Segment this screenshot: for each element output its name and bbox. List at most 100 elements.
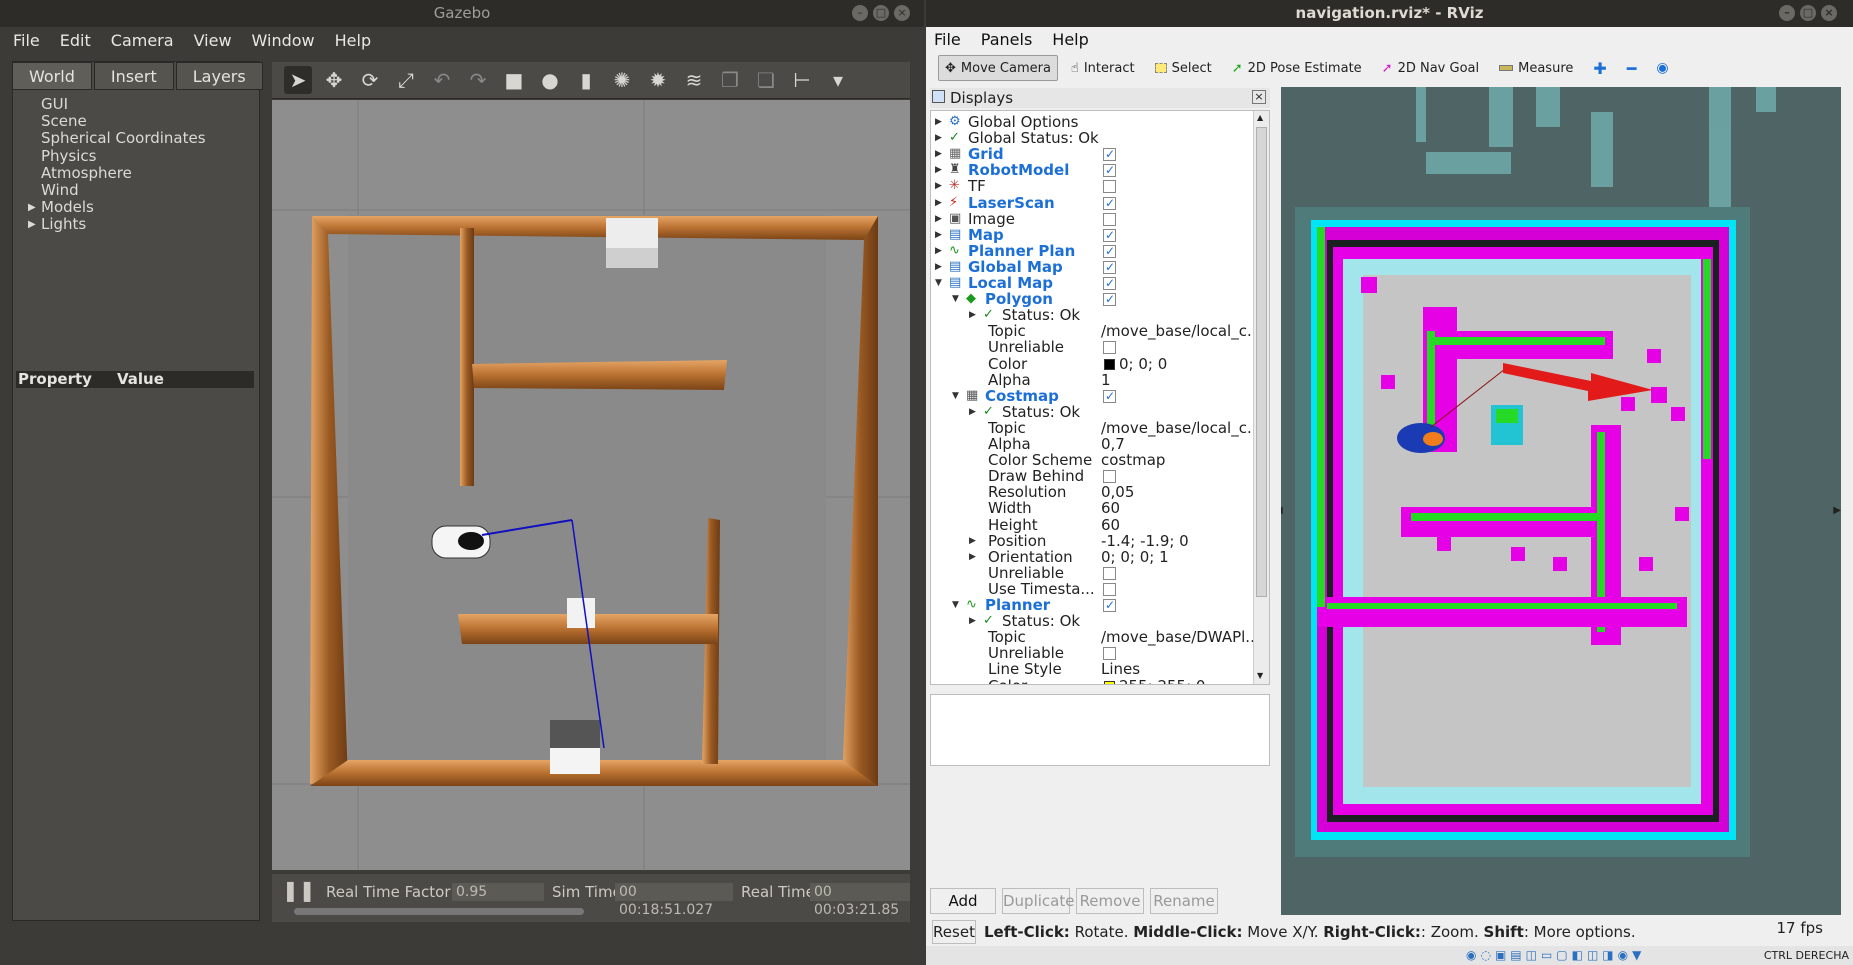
nav-goal-button[interactable]: ➚ 2D Nav Goal	[1375, 55, 1486, 81]
copy-icon[interactable]: ❐	[716, 66, 744, 94]
add-button[interactable]: Add	[930, 888, 996, 914]
display-checkbox[interactable]	[1103, 258, 1116, 277]
cylinder-icon[interactable]: ▮	[572, 66, 600, 94]
world-tree-item[interactable]: Spherical Coordinates	[28, 130, 206, 147]
point-light-icon[interactable]: ✺	[608, 66, 636, 94]
duplicate-button[interactable]: Duplicate	[1002, 888, 1074, 914]
display-checkbox[interactable]	[1103, 194, 1116, 213]
interact-button[interactable]: ☝ Interact	[1064, 55, 1142, 81]
spot-light-icon[interactable]: ✹	[644, 66, 672, 94]
rviz-3d-view[interactable]: ◀ ▶	[1281, 87, 1841, 915]
expand-arrow-icon[interactable]: ▶	[28, 216, 36, 233]
close-icon[interactable]: ×	[894, 5, 910, 21]
scroll-down-icon[interactable]: ▼	[1257, 671, 1263, 680]
display-checkbox[interactable]	[1103, 180, 1116, 194]
color-swatch[interactable]	[1104, 680, 1115, 684]
value-col-label: Value	[117, 370, 164, 388]
displays-scrollbar[interactable]: ▲ ▼	[1253, 111, 1269, 684]
remove-tool-icon[interactable]: ━	[1620, 55, 1644, 81]
display-row[interactable]: Color 255; 255; 0	[931, 677, 1253, 684]
reset-button[interactable]: Reset	[932, 920, 976, 944]
tab-world[interactable]: World	[12, 62, 92, 90]
menu-file[interactable]: File	[0, 31, 47, 50]
panel-close-icon[interactable]: ×	[1252, 90, 1266, 104]
menu-window[interactable]: Window	[239, 31, 322, 50]
displays-header: Displays ×	[930, 88, 1270, 108]
undo-icon[interactable]: ↶	[428, 66, 456, 94]
display-checkbox[interactable]	[1103, 161, 1116, 180]
snap-icon[interactable]: ▾	[824, 66, 852, 94]
add-tool-icon[interactable]: ✚	[1586, 55, 1613, 81]
display-checkbox[interactable]	[1103, 242, 1116, 261]
world-tree-item[interactable]: Atmosphere	[28, 164, 206, 182]
tab-layers[interactable]: Layers	[175, 62, 263, 90]
select-button[interactable]: Select	[1148, 55, 1219, 81]
menu-view[interactable]: View	[181, 31, 239, 50]
box-icon[interactable]: ■	[500, 66, 528, 94]
world-tree-item[interactable]: Wind	[28, 181, 206, 199]
scroll-up-icon[interactable]: ▲	[1257, 113, 1263, 122]
horizontal-scrollbar[interactable]	[294, 908, 584, 915]
display-checkbox[interactable]	[1103, 566, 1116, 580]
world-tree-item[interactable]: GUI	[28, 95, 206, 113]
display-checkbox[interactable]	[1103, 341, 1116, 355]
sphere-icon[interactable]: ●	[536, 66, 564, 94]
tab-insert[interactable]: Insert	[93, 62, 174, 90]
measure-icon	[1499, 65, 1514, 71]
menu-help[interactable]: Help	[322, 31, 378, 50]
rviz-status-bar: Reset Left-Click: Rotate. Middle-Click: …	[926, 918, 1853, 946]
menu-camera[interactable]: Camera	[98, 31, 181, 50]
align-icon[interactable]: ⊢	[788, 66, 816, 94]
world-tree-item[interactable]: Scene	[28, 113, 206, 130]
display-checkbox[interactable]	[1103, 387, 1116, 406]
world-tree-item[interactable]: ▶ Models	[28, 199, 206, 216]
color-swatch[interactable]	[1104, 358, 1115, 370]
rviz-menu-panels[interactable]: Panels	[968, 30, 1040, 49]
minimize-icon[interactable]: –	[1779, 5, 1795, 21]
pose-estimate-button[interactable]: ➚ 2D Pose Estimate	[1225, 55, 1369, 81]
display-checkbox[interactable]	[1103, 274, 1116, 293]
minimize-icon[interactable]: –	[852, 5, 868, 21]
move-camera-button[interactable]: ✥ Move Camera	[938, 55, 1058, 81]
inner-wall-1	[460, 228, 474, 486]
view-left-handle-icon[interactable]: ◀	[1281, 505, 1283, 516]
pause-icon[interactable]: ❚❚	[282, 878, 316, 902]
maximize-icon[interactable]: □	[873, 5, 889, 21]
remove-button[interactable]: Remove	[1076, 888, 1144, 914]
display-checkbox[interactable]	[1103, 290, 1116, 309]
display-checkbox[interactable]	[1103, 596, 1116, 615]
maximize-icon[interactable]: □	[1800, 5, 1816, 21]
camera-view-icon[interactable]: ◉	[1649, 55, 1675, 81]
close-icon[interactable]: ×	[1821, 5, 1837, 21]
rviz-menu-help[interactable]: Help	[1039, 30, 1095, 49]
display-checkbox[interactable]	[1103, 226, 1116, 245]
scale-icon[interactable]: ⤢	[392, 66, 420, 94]
gazebo-3d-view[interactable]	[272, 100, 910, 870]
measure-button[interactable]: Measure	[1492, 55, 1580, 81]
expand-arrow-icon[interactable]: ▶	[28, 199, 36, 216]
rtf-label: Real Time Factor:	[326, 883, 456, 901]
world-tree-item[interactable]: Physics	[28, 147, 206, 165]
display-checkbox[interactable]	[1103, 582, 1116, 596]
displays-panel: Displays × ▶ ⚙ Global Options ▶ ✓ Global Stat…	[930, 88, 1270, 800]
directional-light-icon[interactable]: ≋	[680, 66, 708, 94]
map-icon: ▤	[949, 226, 962, 242]
display-checkbox[interactable]	[1103, 145, 1116, 164]
display-checkbox[interactable]	[1103, 212, 1116, 226]
rotate-icon[interactable]: ⟳	[356, 66, 384, 94]
scroll-thumb[interactable]	[1256, 127, 1267, 597]
grid-icon: ▦	[949, 146, 962, 162]
sim-time-value: 00 00:18:51.027	[615, 883, 733, 918]
select-arrow-icon[interactable]: ➤	[284, 66, 312, 94]
view-right-handle-icon[interactable]: ▶	[1833, 505, 1841, 516]
box-top	[606, 218, 658, 248]
rename-button[interactable]: Rename	[1150, 888, 1218, 914]
paste-icon[interactable]: ❏	[752, 66, 780, 94]
world-tree-item[interactable]: ▶ Lights	[28, 216, 206, 233]
rviz-menu-file[interactable]: File	[926, 30, 968, 49]
menu-edit[interactable]: Edit	[47, 31, 98, 50]
display-checkbox[interactable]	[1103, 647, 1116, 661]
translate-icon[interactable]: ✥	[320, 66, 348, 94]
redo-icon[interactable]: ↷	[464, 66, 492, 94]
display-checkbox[interactable]	[1103, 470, 1116, 484]
